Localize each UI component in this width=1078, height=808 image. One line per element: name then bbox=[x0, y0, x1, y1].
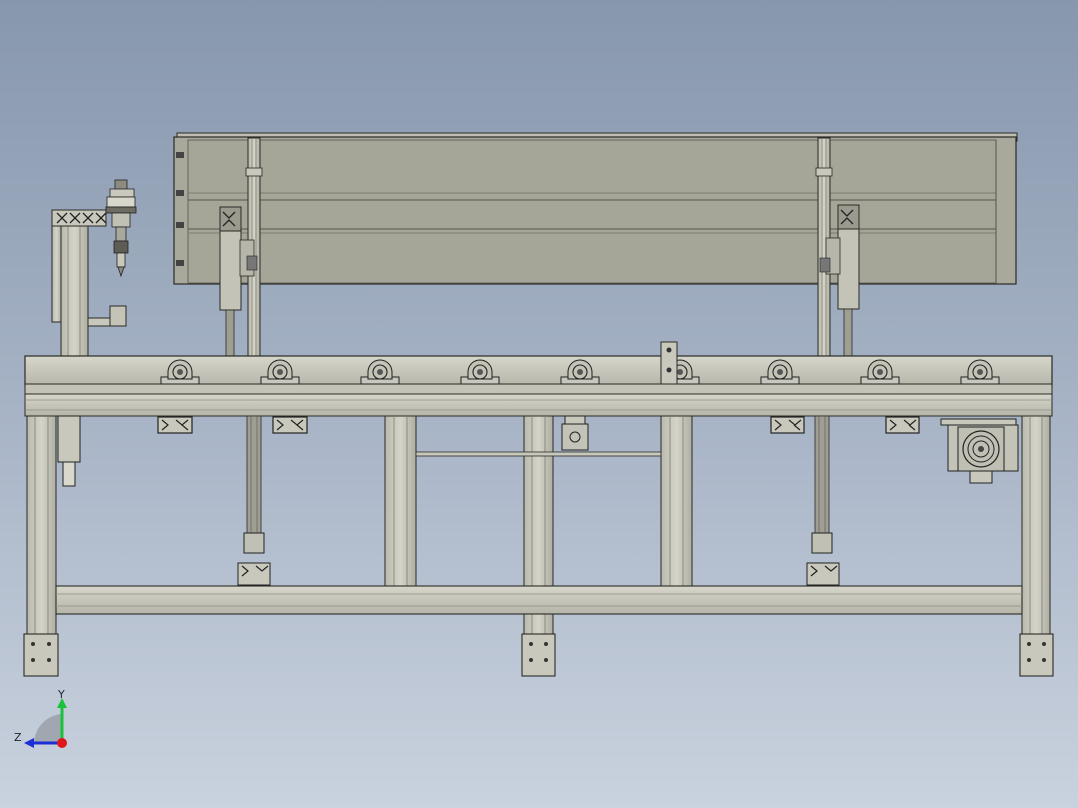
conveyor-assembly-drawing[interactable] bbox=[0, 0, 1078, 808]
center-bracket bbox=[561, 415, 589, 451]
z-axis-label: Z bbox=[14, 731, 22, 744]
z-axis-arrowhead bbox=[24, 738, 34, 748]
triad-arc bbox=[34, 714, 62, 743]
y-axis-label: Y bbox=[57, 688, 65, 701]
hopper-panel bbox=[173, 132, 1018, 285]
dispensing-nozzle bbox=[105, 179, 137, 278]
down-cylinder bbox=[57, 415, 81, 487]
x-axis-dot bbox=[57, 738, 67, 748]
lift-rod-left bbox=[237, 415, 271, 586]
sensor-bracket bbox=[660, 341, 678, 385]
lift-rod-right bbox=[806, 415, 840, 586]
cad-viewport[interactable]: Y Z bbox=[0, 0, 1078, 808]
roller-group bbox=[160, 359, 1000, 385]
view-orientation-triad[interactable]: Y Z bbox=[12, 688, 76, 752]
legs bbox=[23, 415, 1054, 677]
motor-fan bbox=[940, 418, 1019, 484]
